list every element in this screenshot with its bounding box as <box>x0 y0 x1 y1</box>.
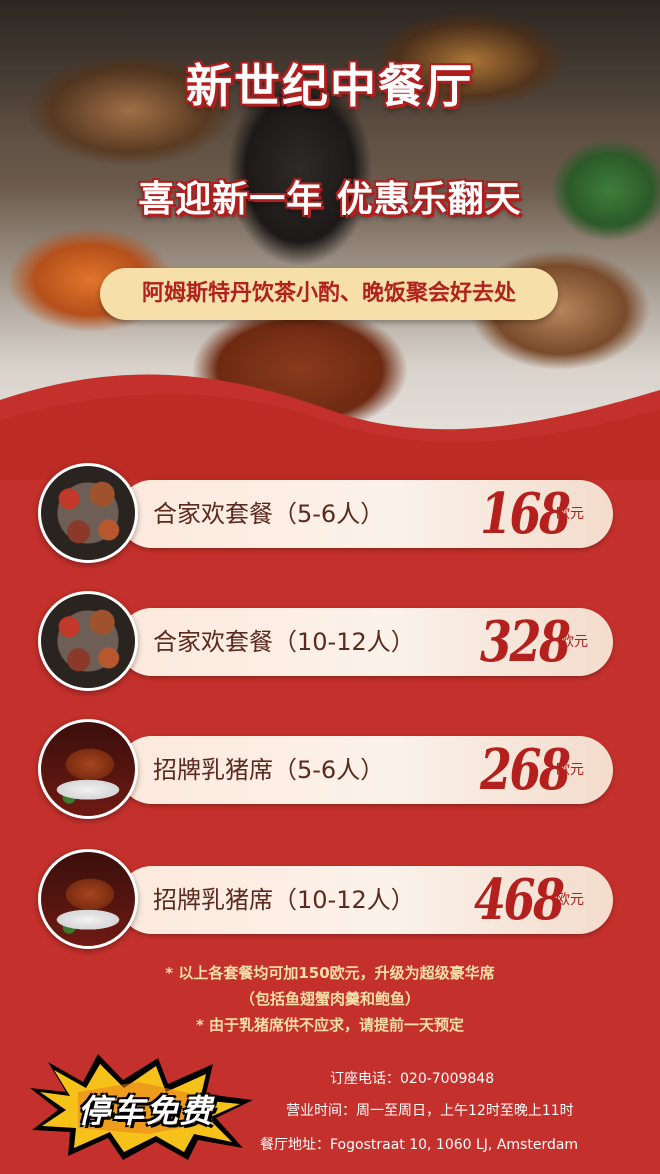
menu-item-currency: 欧元 <box>556 762 584 778</box>
note-line: （包括鱼翅蟹肉羹和鲍鱼） <box>239 990 420 1008</box>
address-info: 餐厅地址：Fogostraat 10, 1060 LJ, Amsterdam <box>260 1137 579 1153</box>
menu-item[interactable]: 招牌乳猪席（10-12人） 468 欧元 <box>38 846 613 956</box>
phone-info: 订座电话：020-7009848 <box>330 1071 495 1087</box>
menu-item-price: 468 <box>474 867 565 933</box>
restaurant-name: 新世纪中餐厅 <box>186 59 474 113</box>
roast-suckling-pig-image <box>38 849 138 949</box>
parking-text: 停车免费 <box>77 1092 214 1130</box>
poster: 新世纪中餐厅 喜迎新一年 优惠乐翻天 阿姆斯特丹饮茶小酌、晚饭聚会好去处 合家欢… <box>0 0 660 1174</box>
family-platter-image <box>38 591 138 691</box>
hours-info: 营业时间：周一至周日，上午12时至晚上11时 <box>286 1103 574 1119</box>
menu-item-currency: 欧元 <box>556 506 584 522</box>
menu-item[interactable]: 合家欢套餐（10-12人） 328 欧元 <box>38 588 613 698</box>
menu-item-currency: 欧元 <box>556 892 584 908</box>
menu-item-name: 招牌乳猪席（5-6人） <box>153 756 385 784</box>
menu-item-price: 328 <box>480 609 571 675</box>
menu-item-name: 合家欢套餐（5-6人） <box>153 500 385 528</box>
free-parking-badge: 停车免费 <box>28 1052 258 1162</box>
menu-item-currency: 欧元 <box>560 634 588 650</box>
tagline-pill: 阿姆斯特丹饮茶小酌、晚饭聚会好去处 <box>100 268 558 320</box>
family-platter-image <box>38 463 138 563</box>
menu-item-name: 招牌乳猪席（10-12人） <box>153 886 415 914</box>
menu-item[interactable]: 招牌乳猪席（5-6人） 268 欧元 <box>38 716 613 826</box>
note-line: * 以上各套餐均可加150欧元，升级为超级豪华席 <box>165 964 495 982</box>
roast-suckling-pig-image <box>38 719 138 819</box>
promo-headline: 喜迎新一年 优惠乐翻天 <box>138 179 522 220</box>
note-line: * 由于乳猪席供不应求，请提前一天预定 <box>195 1016 465 1034</box>
notes: * 以上各套餐均可加150欧元，升级为超级豪华席 （包括鱼翅蟹肉羹和鲍鱼） * … <box>0 960 660 1038</box>
menu-item-name: 合家欢套餐（10-12人） <box>153 628 415 656</box>
menu-item[interactable]: 合家欢套餐（5-6人） 168 欧元 <box>38 460 613 570</box>
